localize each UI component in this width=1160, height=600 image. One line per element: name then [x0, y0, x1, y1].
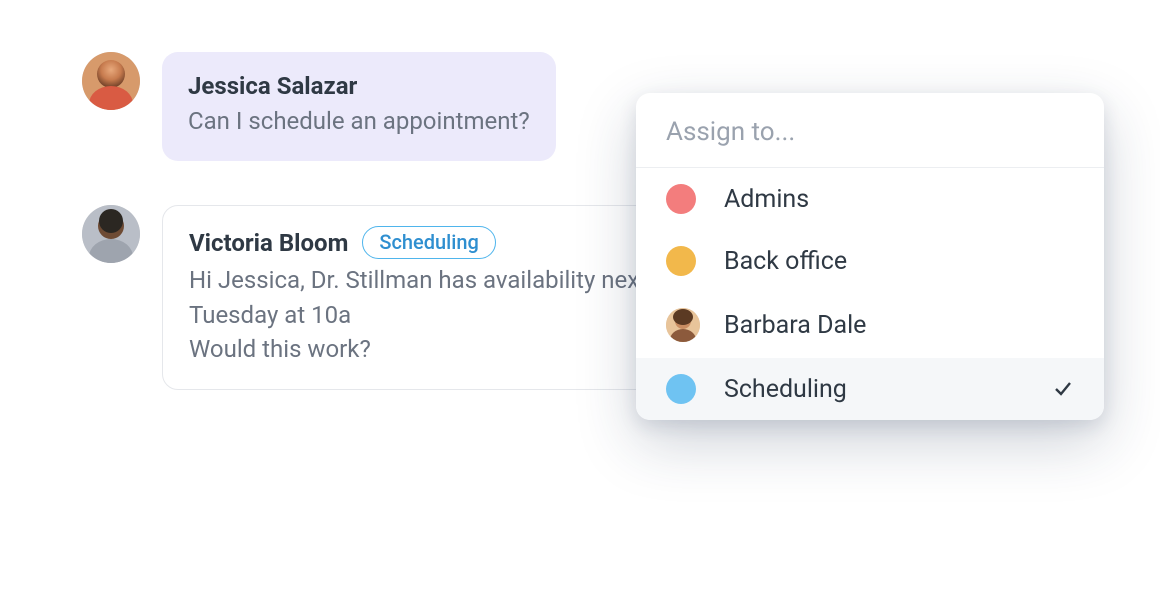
assign-option-label: Admins — [724, 185, 1074, 214]
assign-option-label: Barbara Dale — [724, 311, 1074, 340]
chat-bubble: Jessica Salazar Can I schedule an appoin… — [162, 52, 556, 161]
color-swatch-icon — [666, 184, 696, 214]
color-swatch-icon — [666, 374, 696, 404]
assign-popover[interactable]: Assign to... Admins Back office Barbara … — [636, 93, 1104, 420]
message-text: Can I schedule an appointment? — [188, 104, 530, 139]
assign-placeholder[interactable]: Assign to... — [636, 93, 1104, 168]
author-name: Victoria Bloom — [189, 229, 348, 257]
message-text: Hi Jessica, Dr. Stillman has availabilit… — [189, 263, 655, 367]
assign-option-label: Back office — [724, 247, 1074, 276]
assign-option-back-office[interactable]: Back office — [636, 230, 1104, 292]
message-row: Victoria Bloom Scheduling Hi Jessica, Dr… — [82, 205, 682, 390]
assign-option-scheduling[interactable]: Scheduling — [636, 358, 1104, 420]
user-avatar-icon — [666, 308, 700, 342]
assign-option-barbara-dale[interactable]: Barbara Dale — [636, 292, 1104, 358]
assignee-tag: Scheduling — [362, 226, 495, 259]
message-row: Jessica Salazar Can I schedule an appoin… — [82, 52, 682, 161]
assign-option-admins[interactable]: Admins — [636, 168, 1104, 230]
check-icon — [1052, 378, 1074, 400]
avatar — [82, 205, 140, 263]
assign-option-label: Scheduling — [724, 375, 1052, 404]
chat-bubble: Victoria Bloom Scheduling Hi Jessica, Dr… — [162, 205, 682, 390]
author-name: Jessica Salazar — [188, 72, 357, 100]
avatar — [82, 52, 140, 110]
color-swatch-icon — [666, 246, 696, 276]
